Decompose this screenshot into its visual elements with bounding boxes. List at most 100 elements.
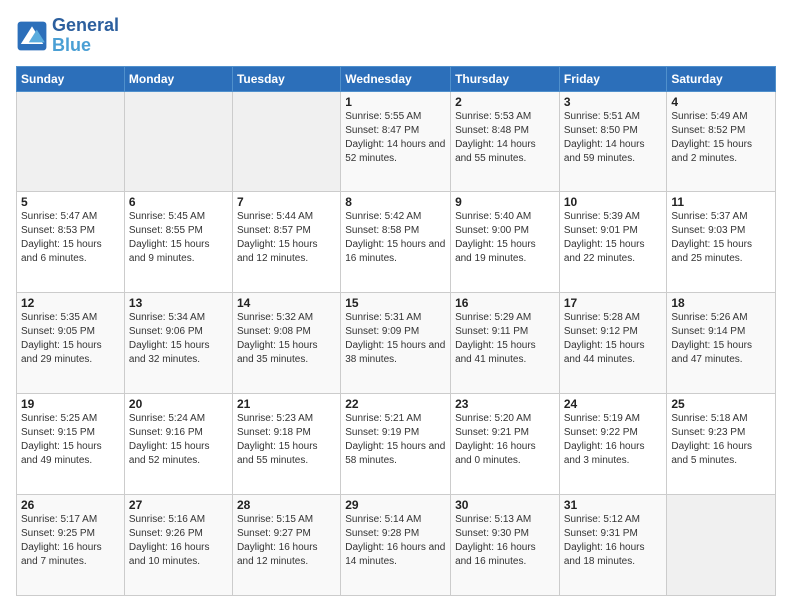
weekday-header-saturday: Saturday xyxy=(667,66,776,91)
day-info: Sunrise: 5:26 AMSunset: 9:14 PMDaylight:… xyxy=(671,311,771,367)
weekday-header-tuesday: Tuesday xyxy=(232,66,340,91)
calendar-cell: 26Sunrise: 5:17 AMSunset: 9:25 PMDayligh… xyxy=(17,495,125,596)
day-info: Sunrise: 5:51 AMSunset: 8:50 PMDaylight:… xyxy=(564,110,663,166)
day-number: 11 xyxy=(671,195,771,209)
day-info: Sunrise: 5:55 AMSunset: 8:47 PMDaylight:… xyxy=(345,110,446,166)
calendar-cell: 23Sunrise: 5:20 AMSunset: 9:21 PMDayligh… xyxy=(451,394,560,495)
day-info: Sunrise: 5:31 AMSunset: 9:09 PMDaylight:… xyxy=(345,311,446,367)
day-number: 12 xyxy=(21,296,120,310)
calendar-cell: 22Sunrise: 5:21 AMSunset: 9:19 PMDayligh… xyxy=(341,394,451,495)
day-number: 10 xyxy=(564,195,663,209)
day-info: Sunrise: 5:16 AMSunset: 9:26 PMDaylight:… xyxy=(129,513,228,569)
calendar-cell: 28Sunrise: 5:15 AMSunset: 9:27 PMDayligh… xyxy=(232,495,340,596)
day-info: Sunrise: 5:47 AMSunset: 8:53 PMDaylight:… xyxy=(21,210,120,266)
calendar-cell: 7Sunrise: 5:44 AMSunset: 8:57 PMDaylight… xyxy=(232,192,340,293)
calendar-header-row: SundayMondayTuesdayWednesdayThursdayFrid… xyxy=(17,66,776,91)
day-info: Sunrise: 5:42 AMSunset: 8:58 PMDaylight:… xyxy=(345,210,446,266)
day-info: Sunrise: 5:39 AMSunset: 9:01 PMDaylight:… xyxy=(564,210,663,266)
calendar-cell: 15Sunrise: 5:31 AMSunset: 9:09 PMDayligh… xyxy=(341,293,451,394)
day-number: 14 xyxy=(237,296,336,310)
calendar-body: 1Sunrise: 5:55 AMSunset: 8:47 PMDaylight… xyxy=(17,91,776,595)
day-number: 23 xyxy=(455,397,555,411)
calendar-week-3: 12Sunrise: 5:35 AMSunset: 9:05 PMDayligh… xyxy=(17,293,776,394)
day-number: 1 xyxy=(345,95,446,109)
day-number: 13 xyxy=(129,296,228,310)
day-number: 28 xyxy=(237,498,336,512)
day-number: 3 xyxy=(564,95,663,109)
calendar-week-5: 26Sunrise: 5:17 AMSunset: 9:25 PMDayligh… xyxy=(17,495,776,596)
calendar-cell: 25Sunrise: 5:18 AMSunset: 9:23 PMDayligh… xyxy=(667,394,776,495)
day-info: Sunrise: 5:44 AMSunset: 8:57 PMDaylight:… xyxy=(237,210,336,266)
day-number: 26 xyxy=(21,498,120,512)
calendar-cell: 3Sunrise: 5:51 AMSunset: 8:50 PMDaylight… xyxy=(559,91,667,192)
calendar-cell: 17Sunrise: 5:28 AMSunset: 9:12 PMDayligh… xyxy=(559,293,667,394)
day-number: 17 xyxy=(564,296,663,310)
calendar-cell: 30Sunrise: 5:13 AMSunset: 9:30 PMDayligh… xyxy=(451,495,560,596)
calendar-cell: 10Sunrise: 5:39 AMSunset: 9:01 PMDayligh… xyxy=(559,192,667,293)
calendar-cell: 12Sunrise: 5:35 AMSunset: 9:05 PMDayligh… xyxy=(17,293,125,394)
day-number: 27 xyxy=(129,498,228,512)
day-info: Sunrise: 5:49 AMSunset: 8:52 PMDaylight:… xyxy=(671,110,771,166)
calendar-cell: 24Sunrise: 5:19 AMSunset: 9:22 PMDayligh… xyxy=(559,394,667,495)
calendar-cell: 2Sunrise: 5:53 AMSunset: 8:48 PMDaylight… xyxy=(451,91,560,192)
weekday-header-monday: Monday xyxy=(124,66,232,91)
calendar-cell: 27Sunrise: 5:16 AMSunset: 9:26 PMDayligh… xyxy=(124,495,232,596)
day-info: Sunrise: 5:19 AMSunset: 9:22 PMDaylight:… xyxy=(564,412,663,468)
day-info: Sunrise: 5:12 AMSunset: 9:31 PMDaylight:… xyxy=(564,513,663,569)
calendar-cell: 11Sunrise: 5:37 AMSunset: 9:03 PMDayligh… xyxy=(667,192,776,293)
calendar-cell: 9Sunrise: 5:40 AMSunset: 9:00 PMDaylight… xyxy=(451,192,560,293)
day-number: 7 xyxy=(237,195,336,209)
day-info: Sunrise: 5:40 AMSunset: 9:00 PMDaylight:… xyxy=(455,210,555,266)
day-info: Sunrise: 5:37 AMSunset: 9:03 PMDaylight:… xyxy=(671,210,771,266)
logo: General Blue xyxy=(16,16,119,56)
calendar-cell: 14Sunrise: 5:32 AMSunset: 9:08 PMDayligh… xyxy=(232,293,340,394)
calendar-cell: 4Sunrise: 5:49 AMSunset: 8:52 PMDaylight… xyxy=(667,91,776,192)
calendar-table: SundayMondayTuesdayWednesdayThursdayFrid… xyxy=(16,66,776,596)
header: General Blue xyxy=(16,16,776,56)
calendar-week-2: 5Sunrise: 5:47 AMSunset: 8:53 PMDaylight… xyxy=(17,192,776,293)
calendar-cell xyxy=(124,91,232,192)
day-number: 2 xyxy=(455,95,555,109)
day-number: 4 xyxy=(671,95,771,109)
day-info: Sunrise: 5:34 AMSunset: 9:06 PMDaylight:… xyxy=(129,311,228,367)
day-number: 19 xyxy=(21,397,120,411)
logo-icon xyxy=(16,20,48,52)
calendar-week-4: 19Sunrise: 5:25 AMSunset: 9:15 PMDayligh… xyxy=(17,394,776,495)
day-number: 16 xyxy=(455,296,555,310)
weekday-header-thursday: Thursday xyxy=(451,66,560,91)
day-info: Sunrise: 5:53 AMSunset: 8:48 PMDaylight:… xyxy=(455,110,555,166)
day-number: 30 xyxy=(455,498,555,512)
day-number: 9 xyxy=(455,195,555,209)
day-number: 25 xyxy=(671,397,771,411)
calendar-cell: 31Sunrise: 5:12 AMSunset: 9:31 PMDayligh… xyxy=(559,495,667,596)
day-info: Sunrise: 5:20 AMSunset: 9:21 PMDaylight:… xyxy=(455,412,555,468)
calendar-cell: 16Sunrise: 5:29 AMSunset: 9:11 PMDayligh… xyxy=(451,293,560,394)
day-number: 24 xyxy=(564,397,663,411)
logo-text: General Blue xyxy=(52,16,119,56)
day-info: Sunrise: 5:29 AMSunset: 9:11 PMDaylight:… xyxy=(455,311,555,367)
day-number: 5 xyxy=(21,195,120,209)
day-info: Sunrise: 5:14 AMSunset: 9:28 PMDaylight:… xyxy=(345,513,446,569)
calendar-cell xyxy=(17,91,125,192)
day-info: Sunrise: 5:23 AMSunset: 9:18 PMDaylight:… xyxy=(237,412,336,468)
day-info: Sunrise: 5:24 AMSunset: 9:16 PMDaylight:… xyxy=(129,412,228,468)
day-number: 15 xyxy=(345,296,446,310)
day-number: 6 xyxy=(129,195,228,209)
day-number: 8 xyxy=(345,195,446,209)
calendar-cell: 19Sunrise: 5:25 AMSunset: 9:15 PMDayligh… xyxy=(17,394,125,495)
day-info: Sunrise: 5:18 AMSunset: 9:23 PMDaylight:… xyxy=(671,412,771,468)
day-number: 18 xyxy=(671,296,771,310)
page: General Blue SundayMondayTuesdayWednesda… xyxy=(0,0,792,612)
weekday-header-wednesday: Wednesday xyxy=(341,66,451,91)
calendar-cell: 1Sunrise: 5:55 AMSunset: 8:47 PMDaylight… xyxy=(341,91,451,192)
day-info: Sunrise: 5:15 AMSunset: 9:27 PMDaylight:… xyxy=(237,513,336,569)
day-info: Sunrise: 5:28 AMSunset: 9:12 PMDaylight:… xyxy=(564,311,663,367)
weekday-header-sunday: Sunday xyxy=(17,66,125,91)
calendar-cell: 29Sunrise: 5:14 AMSunset: 9:28 PMDayligh… xyxy=(341,495,451,596)
day-info: Sunrise: 5:32 AMSunset: 9:08 PMDaylight:… xyxy=(237,311,336,367)
calendar-cell: 8Sunrise: 5:42 AMSunset: 8:58 PMDaylight… xyxy=(341,192,451,293)
day-info: Sunrise: 5:25 AMSunset: 9:15 PMDaylight:… xyxy=(21,412,120,468)
day-number: 29 xyxy=(345,498,446,512)
day-info: Sunrise: 5:13 AMSunset: 9:30 PMDaylight:… xyxy=(455,513,555,569)
calendar-cell xyxy=(667,495,776,596)
